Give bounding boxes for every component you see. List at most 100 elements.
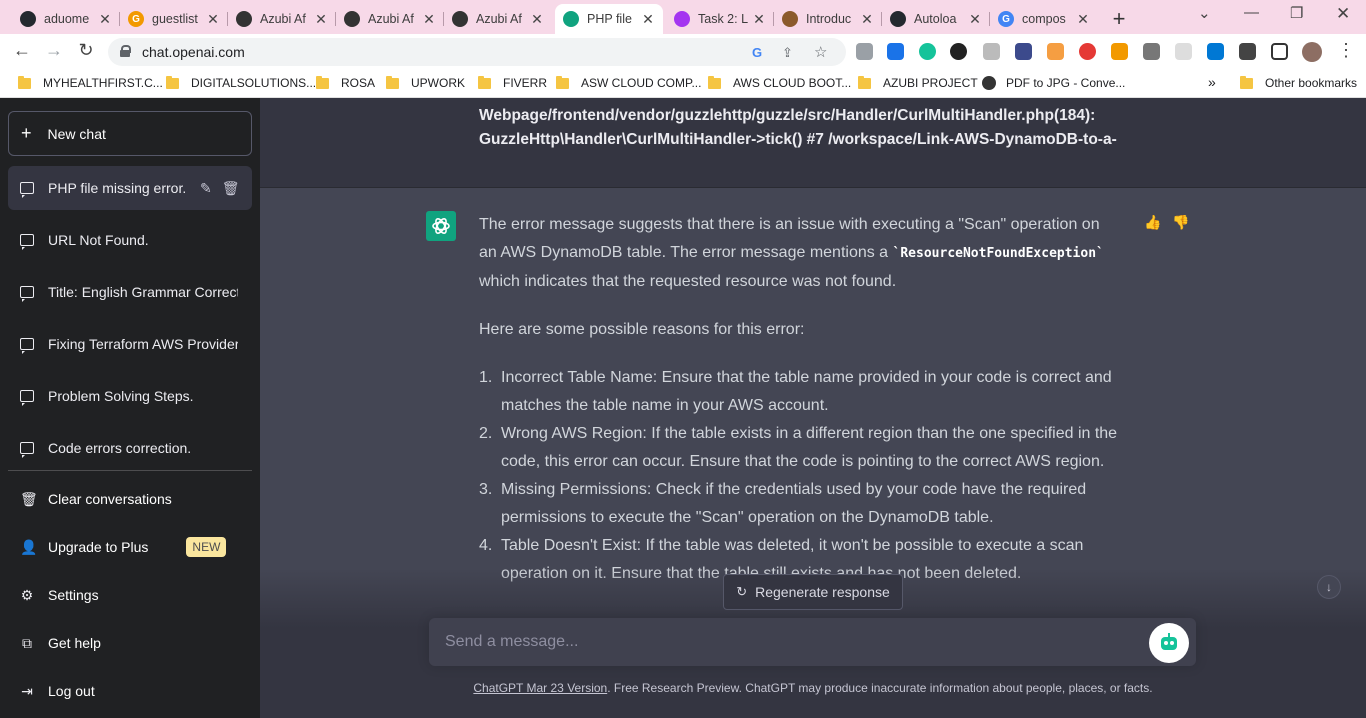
close-icon[interactable]: ✕ (1076, 11, 1090, 28)
lock-icon (120, 45, 131, 57)
upgrade-to-plus-button[interactable]: 👤 Upgrade to Plus NEW (8, 525, 252, 569)
browser-tab[interactable]: Azubi Af ✕ (444, 4, 552, 34)
bookmarks-overflow-button[interactable]: » (1208, 74, 1216, 90)
bookmark-folder[interactable]: AZUBI PROJECT (858, 75, 978, 90)
folder-icon (556, 75, 569, 89)
bookmark-folder[interactable]: DIGITALSOLUTIONS... (166, 75, 316, 90)
extension-icon[interactable] (887, 43, 904, 60)
bookmark-folder[interactable]: ROSA (316, 75, 375, 90)
close-window-icon[interactable]: ✕ (1336, 4, 1350, 24)
trash-icon[interactable]: 🗑 (222, 180, 240, 197)
get-help-link[interactable]: ⧉ Get help (8, 621, 252, 665)
close-icon[interactable]: ✕ (968, 11, 982, 28)
version-link[interactable]: ChatGPT Mar 23 Version (473, 681, 607, 695)
new-tab-button[interactable]: + (1108, 6, 1130, 32)
paragraph: The error message suggests that there is… (479, 216, 1104, 290)
tab-search-icon[interactable]: ⌄ (1198, 4, 1211, 22)
new-chat-button[interactable]: + New chat (8, 111, 252, 156)
browser-tab[interactable]: Task 2: L ✕ (666, 4, 774, 34)
close-icon[interactable]: ✕ (752, 11, 766, 28)
plus-icon: + (21, 123, 32, 143)
close-icon[interactable]: ✕ (641, 11, 655, 28)
grammarly-extension-icon[interactable] (919, 43, 936, 60)
log-out-button[interactable]: ⇥ Log out (8, 669, 252, 713)
openai-logo-icon (426, 211, 456, 241)
close-icon[interactable]: ✕ (530, 11, 544, 28)
grammarly-robot-icon[interactable] (1149, 623, 1189, 663)
close-icon[interactable]: ✕ (860, 11, 874, 28)
bookmark-star-icon[interactable]: ☆ (814, 43, 827, 61)
conversation-item-active[interactable]: PHP file missing error. ✎ 🗑 (8, 166, 252, 210)
bookmark-folder[interactable]: FIVERR (478, 75, 547, 90)
browser-tab[interactable]: Azubi Af ✕ (336, 4, 444, 34)
github-icon (890, 11, 906, 27)
extension-icon[interactable] (983, 43, 1000, 60)
address-bar[interactable]: chat.openai.com G ⇪ ☆ (108, 38, 846, 66)
browser-tab[interactable]: aduome ✕ (12, 4, 120, 34)
bookmark-folder[interactable]: AWS CLOUD BOOT... (708, 75, 851, 90)
screenshot-extension-icon[interactable] (856, 43, 873, 60)
conversation-item[interactable]: Code errors correction. (8, 426, 252, 470)
browser-tab[interactable]: G compos ✕ (990, 4, 1098, 34)
bookmark-folder[interactable]: MYHEALTHFIRST.C... (18, 75, 163, 90)
bookmark-link[interactable]: PDF to JPG - Conve... (982, 76, 1125, 90)
conversation-item[interactable]: Title: English Grammar Correction (8, 270, 252, 314)
extension-icon[interactable] (1111, 43, 1128, 60)
restore-icon[interactable]: ❐ (1290, 4, 1303, 22)
extension-icon[interactable] (1015, 43, 1032, 60)
google-lens-icon[interactable]: G (752, 45, 762, 60)
profile-avatar[interactable] (1302, 42, 1322, 62)
course-icon (782, 11, 798, 27)
conversation-item[interactable]: Problem Solving Steps. (8, 374, 252, 418)
browser-tab-active[interactable]: PHP file ✕ (555, 4, 663, 34)
forward-icon[interactable]: → (42, 40, 66, 61)
folder-icon (708, 75, 721, 89)
footer-disclaimer: ChatGPT Mar 23 Version. Free Research Pr… (473, 681, 1153, 695)
logout-icon: ⇥ (21, 682, 33, 699)
tab-title: guestlist (152, 12, 198, 26)
edit-icon[interactable]: ✎ (200, 180, 212, 197)
conversation-item[interactable]: URL Not Found. (8, 218, 252, 262)
regenerate-response-button[interactable]: ↻ Regenerate response (723, 574, 903, 610)
extension-icon[interactable] (1175, 43, 1192, 60)
browser-tab-strip: aduome ✕ G guestlist ✕ Azubi Af ✕ Azubi … (0, 0, 1366, 34)
reload-icon[interactable]: ↻ (74, 40, 98, 61)
extension-icon[interactable] (1143, 43, 1160, 60)
close-icon[interactable]: ✕ (422, 11, 436, 28)
browser-tab[interactable]: Introduc ✕ (774, 4, 882, 34)
clear-conversations-button[interactable]: 🗑 Clear conversations (8, 477, 252, 521)
settings-button[interactable]: ⚙ Settings (8, 573, 252, 617)
url-text: chat.openai.com (142, 44, 245, 60)
back-icon[interactable]: ← (10, 40, 34, 61)
conversation-item[interactable]: Fixing Terraform AWS Provider (8, 322, 252, 366)
browser-tab[interactable]: Autoloa ✕ (882, 4, 990, 34)
browser-tab[interactable]: Azubi Af ✕ (228, 4, 336, 34)
list-item: 2. Wrong AWS Region: If the table exists … (479, 425, 1118, 470)
message-input[interactable] (445, 631, 1125, 653)
scroll-down-button[interactable]: ↓ (1317, 575, 1341, 599)
extensions-puzzle-icon[interactable] (1239, 43, 1256, 60)
inline-code: `ResourceNotFoundException` (892, 246, 1104, 261)
close-icon[interactable]: ✕ (314, 11, 328, 28)
browser-tab[interactable]: G guestlist ✕ (120, 4, 228, 34)
minimize-icon[interactable]: — (1244, 4, 1259, 21)
close-icon[interactable]: ✕ (98, 11, 112, 28)
refresh-icon: ↻ (736, 584, 748, 599)
vscode-extension-icon[interactable] (1207, 43, 1224, 60)
bookmark-folder[interactable]: UPWORK (386, 75, 465, 90)
thumbs-down-icon[interactable]: 👎 (1172, 214, 1189, 231)
color-picker-extension-icon[interactable] (1047, 43, 1064, 60)
wordpress-extension-icon[interactable] (950, 43, 967, 60)
extension-icon[interactable] (1079, 43, 1096, 60)
bookmark-folder[interactable]: ASW CLOUD COMP... (556, 75, 701, 90)
bookmarks-bar: MYHEALTHFIRST.C... DIGITALSOLUTIONS... R… (0, 70, 1366, 98)
tab-title: aduome (44, 12, 90, 26)
thumbs-up-icon[interactable]: 👍 (1144, 214, 1161, 231)
menu-icon[interactable]: ⋮ (1334, 40, 1358, 61)
close-icon[interactable]: ✕ (206, 11, 220, 28)
side-panel-icon[interactable] (1271, 43, 1288, 60)
globe-icon (344, 11, 360, 27)
bookmark-folder[interactable]: Other bookmarks (1240, 75, 1357, 90)
github-icon (20, 11, 36, 27)
share-icon[interactable]: ⇪ (782, 45, 793, 61)
